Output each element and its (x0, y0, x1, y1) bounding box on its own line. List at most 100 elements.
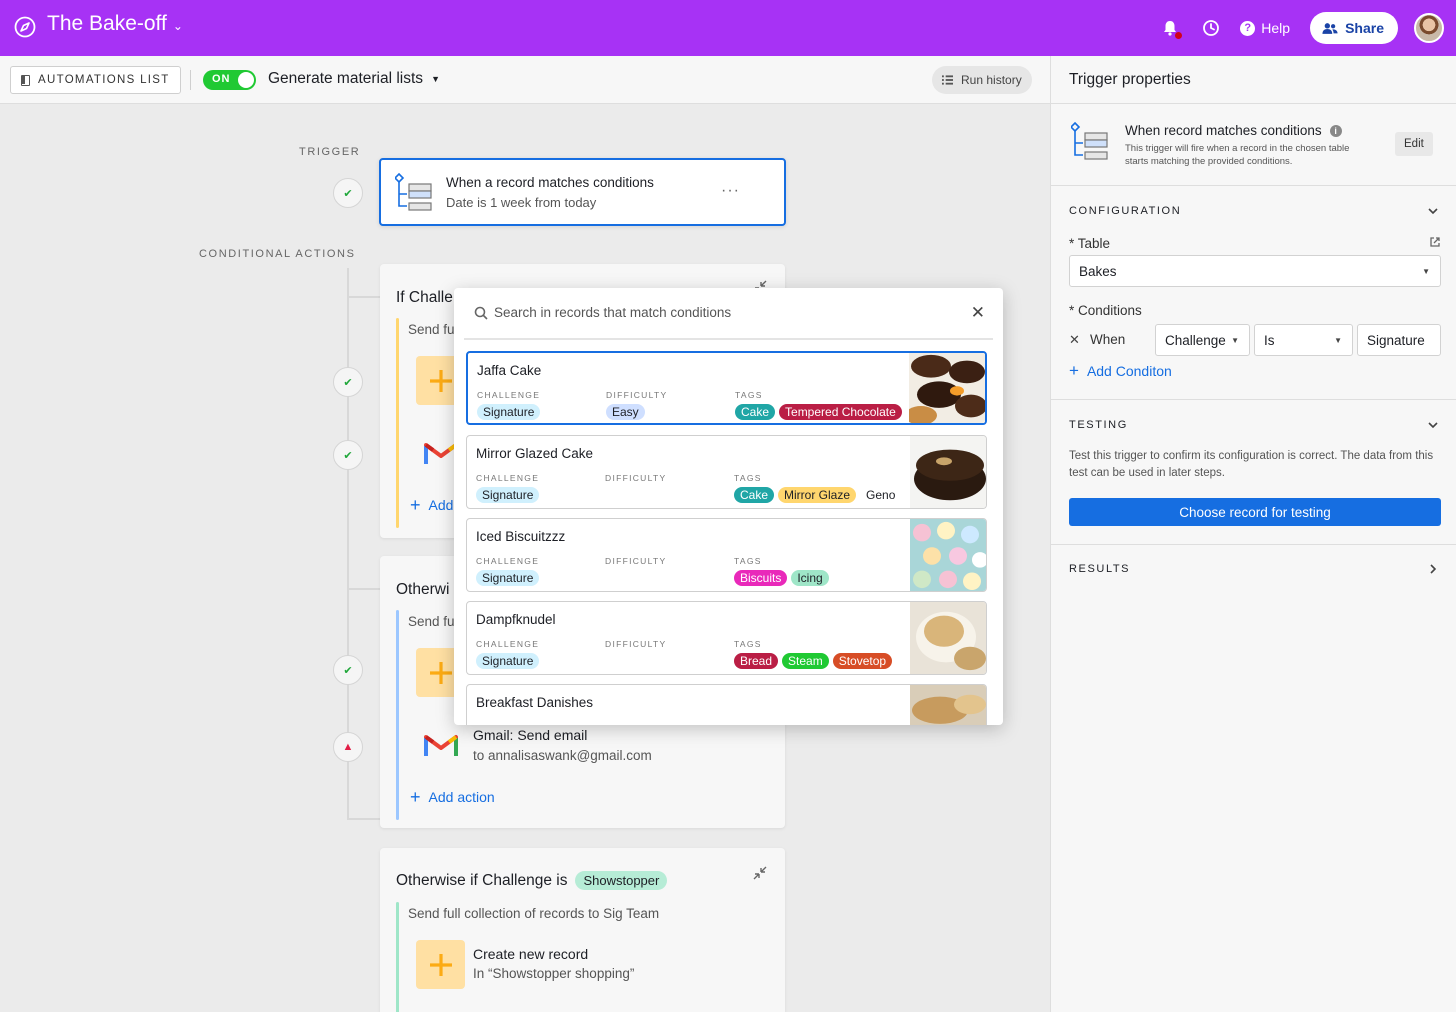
connector-line (347, 818, 380, 820)
base-title[interactable]: The Bake-off ⌄ (47, 12, 183, 36)
record-conditions-icon (1071, 121, 1108, 160)
results-section-title[interactable]: RESULTS (1069, 563, 1130, 575)
remove-condition-icon[interactable]: ✕ (1069, 332, 1080, 348)
plus-icon: + (410, 495, 421, 515)
group-subtitle: Send fu (408, 322, 455, 337)
collapse-icon[interactable] (753, 866, 767, 880)
mirror-glazed-cake-image (910, 436, 986, 508)
action-subtitle: to annalisaswank@gmail.com (473, 748, 652, 763)
group-accent-bar (396, 610, 399, 820)
record-card[interactable]: Dampfknudel CHALLENGE DIFFICULTY TAGS Si… (466, 601, 987, 675)
add-action-button[interactable]: + Add action (410, 787, 495, 807)
conditions-field-label: * Conditions (1069, 303, 1142, 318)
help-icon: ? (1240, 20, 1256, 36)
gmail-icon (424, 735, 458, 756)
tag-tempered-chocolate: Tempered Chocolate (779, 404, 902, 420)
record-name: Dampfknudel (476, 612, 556, 627)
condition-value: Signature (1367, 332, 1425, 348)
caret-down-icon: ▼ (1422, 267, 1430, 276)
difficulty-label: DIFFICULTY (605, 556, 667, 566)
condition-when-label: When (1090, 332, 1126, 347)
table-select[interactable]: Bakes ▼ (1069, 255, 1441, 287)
record-card[interactable]: Iced Biscuitzzz CHALLENGE DIFFICULTY TAG… (466, 518, 987, 592)
help-button[interactable]: ? Help (1240, 20, 1290, 36)
group-title: Otherwise if Challenge is (396, 871, 568, 889)
difficulty-tag: Easy (606, 404, 645, 420)
tags-label: TAGS (734, 639, 762, 649)
notifications-button[interactable] (1160, 18, 1184, 40)
record-name: Iced Biscuitzzz (476, 529, 566, 544)
record-card[interactable]: Mirror Glazed Cake CHALLENGE DIFFICULTY … (466, 435, 987, 509)
action-status-node: ✔ (333, 367, 363, 397)
search-input[interactable]: Search in records that match conditions (494, 305, 731, 320)
tag-cake: Cake (735, 404, 776, 420)
record-search-popup: Search in records that match conditions … (454, 288, 1003, 725)
share-button[interactable]: Share (1310, 12, 1398, 44)
tag-icing: Icing (791, 570, 829, 586)
compass-logo-icon[interactable] (14, 16, 36, 38)
section-divider (1051, 544, 1456, 545)
edit-trigger-button[interactable]: Edit (1395, 132, 1433, 156)
automation-on-toggle[interactable]: ON (203, 70, 256, 90)
chevron-down-icon[interactable] (1428, 206, 1438, 216)
testing-section-title[interactable]: TESTING (1069, 419, 1128, 431)
toolbar-divider (190, 70, 191, 90)
warning-icon: ▲ (342, 741, 354, 753)
condition-field-value: Challenge (1165, 332, 1226, 348)
trigger-section-label: TRIGGER (299, 146, 361, 158)
user-avatar[interactable] (1414, 13, 1444, 43)
challenge-tag: Signature (476, 653, 540, 669)
action-title[interactable]: Gmail: Send email (473, 727, 587, 743)
challenge-label: CHALLENGE (476, 639, 540, 649)
condition-value-select[interactable]: Signature (1357, 324, 1441, 356)
run-history-button[interactable]: Run history (932, 66, 1032, 94)
more-options-icon[interactable]: ··· (721, 182, 740, 200)
conditional-group-card[interactable]: Otherwise if Challenge is Showstopper Se… (380, 848, 785, 1012)
tags-label: TAGS (734, 473, 762, 483)
add-action-button[interactable]: + Add (410, 495, 453, 515)
history-icon[interactable] (1202, 19, 1220, 37)
info-icon[interactable]: i (1329, 124, 1342, 137)
record-card[interactable]: Breakfast Danishes (466, 684, 987, 725)
dampfknudel-image (910, 602, 986, 674)
challenge-tag: Signature (476, 570, 540, 586)
plus-icon (429, 369, 452, 392)
tag-biscuits: Biscuits (734, 570, 788, 586)
tag-cake: Cake (734, 487, 775, 503)
group-title: Otherwi (396, 581, 450, 598)
iced-biscuits-image (910, 519, 986, 591)
plus-icon: + (410, 787, 421, 807)
tags-label: TAGS (735, 390, 763, 400)
testing-description: Test this trigger to confirm its configu… (1069, 450, 1434, 479)
configuration-section-title[interactable]: CONFIGURATION (1069, 205, 1181, 217)
caret-down-icon: ▼ (1334, 336, 1342, 345)
record-name: Breakfast Danishes (476, 695, 594, 710)
create-record-action-icon[interactable] (416, 940, 465, 989)
section-divider (1051, 399, 1456, 400)
group-accent-bar (396, 318, 399, 528)
group-accent-bar (396, 902, 399, 1012)
gmail-icon (424, 443, 458, 464)
chevron-right-icon[interactable] (1428, 564, 1438, 574)
record-search-bar[interactable]: Search in records that match conditions … (464, 288, 993, 340)
record-conditions-icon (395, 172, 432, 211)
condition-field-select[interactable]: Challenge ▼ (1155, 324, 1250, 356)
table-select-value: Bakes (1079, 263, 1117, 279)
automation-name-dropdown[interactable]: Generate material lists ▼ (268, 70, 440, 88)
action-title[interactable]: Create new record (473, 946, 588, 962)
open-external-icon[interactable] (1429, 236, 1441, 248)
choose-record-for-testing-button[interactable]: Choose record for testing (1069, 498, 1441, 526)
chevron-down-icon: ⌄ (172, 18, 183, 33)
trigger-status-node: ✔ (333, 178, 363, 208)
chevron-down-icon[interactable] (1428, 420, 1438, 430)
list-icon (942, 75, 953, 85)
condition-operator-select[interactable]: Is ▼ (1254, 324, 1353, 356)
action-status-node: ✔ (333, 655, 363, 685)
close-icon[interactable]: ✕ (971, 303, 985, 323)
add-condition-button[interactable]: + Add Conditon (1069, 362, 1172, 379)
challenge-label: CHALLENGE (477, 390, 541, 400)
trigger-card[interactable]: When a record matches conditions Date is… (379, 158, 786, 226)
automations-list-button[interactable]: AUTOMATIONS LIST (10, 66, 181, 94)
tag-bread: Bread (734, 653, 779, 669)
record-card[interactable]: Jaffa Cake CHALLENGE DIFFICULTY TAGS Sig… (466, 351, 987, 425)
